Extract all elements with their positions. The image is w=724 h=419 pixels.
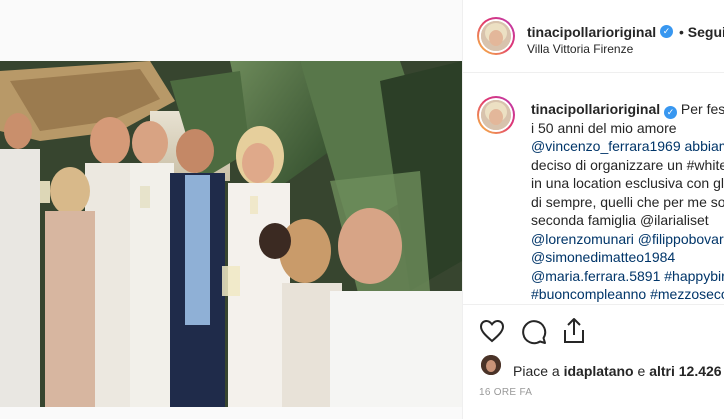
post-side-panel: tinacipollarioriginal ✓ • Segui Villa Vi… [463,0,724,419]
caption-text: tinacipollarioriginal ✓ Per festeggiare … [531,100,724,303]
author-avatar[interactable] [477,17,515,55]
post-timestamp[interactable]: 16 ORE FA [479,387,532,398]
mention-link[interactable]: @lorenzomunari @filippobovaro [531,230,724,249]
likes-prefix: Piace a [513,363,560,379]
caption-line-6: di sempre, quelli che per me sono una [531,193,724,210]
post-actions: Piace a idaplatano e altri 12.426 16 ORE… [463,304,724,419]
likes-count-link[interactable]: altri 12.426 [649,363,721,379]
hashtag-link[interactable]: #buoncompleanno #mezzosecolo [531,285,724,303]
mention-link[interactable]: @maria.ferrara.5891 #happybirthday [531,267,724,286]
verified-badge-icon: ✓ [660,25,673,38]
likes-connector: e [637,363,646,379]
liker-avatar[interactable] [481,355,501,375]
post-location[interactable]: Villa Vittoria Firenze [527,42,633,56]
follow-area: • Segui [679,24,724,40]
group-photo-illustration [0,61,462,407]
caption-username[interactable]: tinacipollarioriginal [531,101,660,117]
comment-icon[interactable] [521,319,547,345]
author-username[interactable]: tinacipollarioriginal [527,24,656,40]
mention-link[interactable]: @simonedimatteo1984 [531,248,724,267]
follow-separator: • [679,24,684,40]
mention-link[interactable]: @vincenzo_ferrara1969 abbiamo [531,137,724,156]
caption-text-fragment: Per festeggiare [680,101,724,117]
likes-summary: Piace a idaplatano e altri 12.426 [513,363,722,379]
caption-verified-icon: ✓ [664,106,678,119]
post-header: tinacipollarioriginal ✓ • Segui Villa Vi… [463,0,724,73]
caption-author-avatar[interactable] [477,96,515,134]
follow-button[interactable]: Segui [688,24,724,40]
caption-line-5: in una location esclusiva con gli amici [531,175,724,191]
caption-area: tinacipollarioriginal ✓ Per festeggiare … [463,86,724,303]
caption-line-7: seconda famiglia @ilarialiset [531,212,709,228]
post-photo[interactable] [0,61,462,407]
liker-username[interactable]: idaplatano [564,363,634,379]
caption-line-4: deciso di organizzare un #white party [531,156,724,173]
share-icon[interactable] [561,317,587,345]
heart-icon[interactable] [479,319,505,343]
caption-line-2: i 50 anni del mio amore [531,119,677,136]
caption-line-1: tinacipollarioriginal ✓ Per festeggiare [531,100,724,119]
